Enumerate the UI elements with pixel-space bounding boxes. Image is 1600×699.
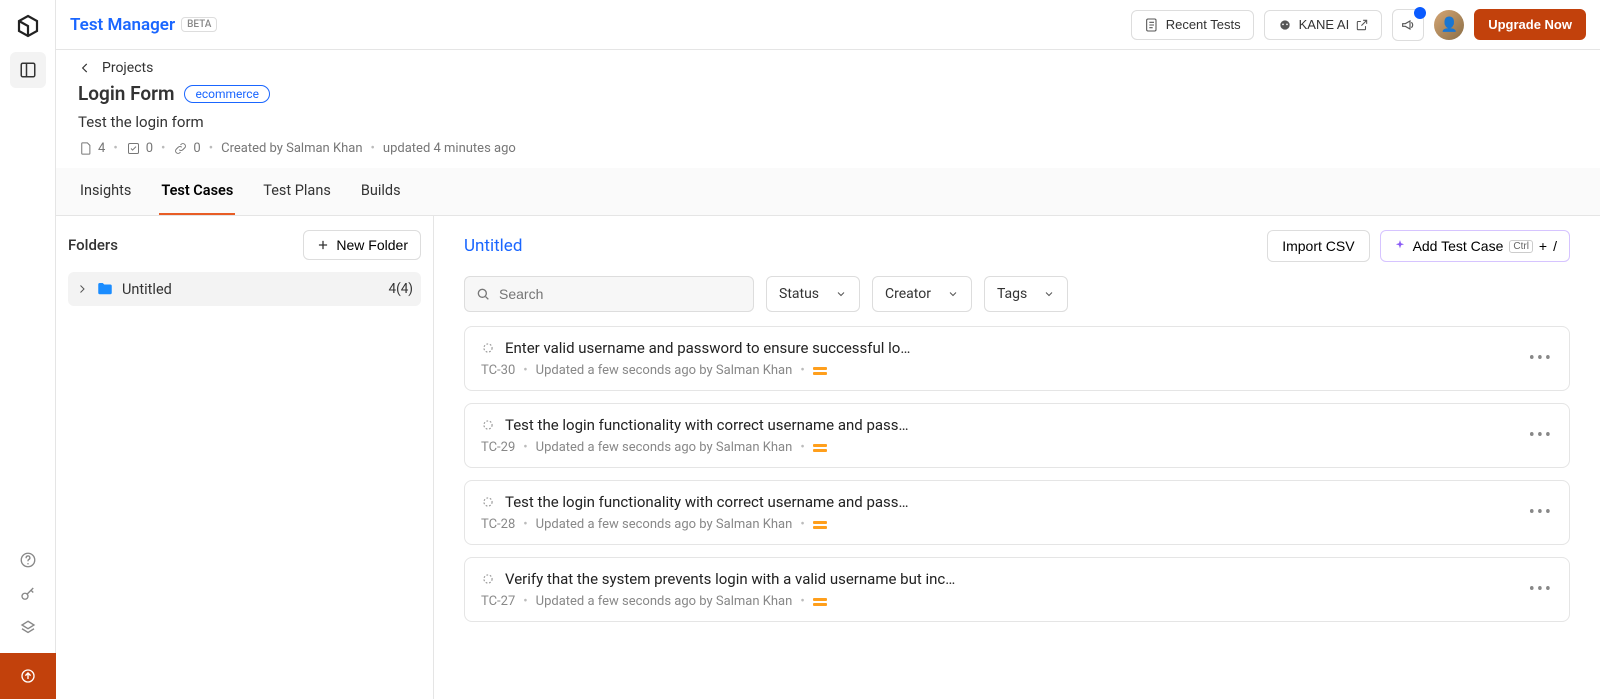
test-case-card[interactable]: Test the login functionality with correc… [464,480,1570,545]
status-draft-icon [481,495,495,509]
brand[interactable]: Test Manager BETA [70,15,217,35]
stack-icon[interactable] [19,619,37,637]
chevron-right-icon [76,283,88,295]
priority-medium-icon [813,366,827,376]
folder-icon [96,280,114,298]
folder-name: Untitled [122,281,172,298]
test-case-id: TC-28 [481,517,515,532]
plus-icon [316,238,330,252]
external-link-icon [1355,18,1369,32]
sparkle-icon [1393,239,1407,253]
filter-tags[interactable]: Tags [984,276,1068,312]
announcements-button[interactable] [1392,9,1424,41]
checklist-icon [126,141,141,156]
status-draft-icon [481,418,495,432]
breadcrumb: Projects [56,50,1600,76]
cases-pane: Untitled Import CSV Add Test Case Ctrl +… [434,216,1600,699]
recent-tests-button[interactable]: Recent Tests [1131,10,1254,40]
test-case-updated: Updated a few seconds ago by Salman Khan [536,594,793,609]
test-case-updated: Updated a few seconds ago by Salman Khan [536,440,793,455]
meta-updated: updated 4 minutes ago [383,141,516,156]
kbd-ctrl: Ctrl [1509,240,1533,253]
kane-ai-icon [1277,17,1293,33]
avatar[interactable]: 👤 [1434,10,1464,40]
project-description: Test the login form [78,113,1578,131]
test-case-title: Test the login functionality with correc… [505,493,909,511]
more-actions-button[interactable]: ••• [1529,579,1553,600]
help-icon[interactable] [19,551,37,569]
tab-test-plans[interactable]: Test Plans [261,168,333,215]
more-actions-button[interactable]: ••• [1529,502,1553,523]
test-case-card[interactable]: Test the login functionality with correc… [464,403,1570,468]
test-case-title: Enter valid username and password to ens… [505,339,910,357]
brand-name: Test Manager [70,15,175,35]
search-input[interactable] [499,286,743,302]
folders-heading: Folders [68,236,118,254]
more-actions-button[interactable]: ••• [1529,348,1553,369]
beta-badge: BETA [181,17,217,32]
sidebar-module-button[interactable] [10,52,46,88]
more-actions-button[interactable]: ••• [1529,425,1553,446]
tab-test-cases[interactable]: Test Cases [159,168,235,215]
folders-pane: Folders New Folder Untitled 4(4) [56,216,434,699]
meta-testcases: 4 [78,141,105,156]
status-draft-icon [481,572,495,586]
priority-medium-icon [813,597,827,607]
test-case-card[interactable]: Verify that the system prevents login wi… [464,557,1570,622]
folder-count: 4(4) [389,281,414,297]
add-test-case-button[interactable]: Add Test Case Ctrl + / [1380,230,1570,262]
test-case-id: TC-27 [481,594,515,609]
filter-status[interactable]: Status [766,276,860,312]
status-draft-icon [481,341,495,355]
priority-medium-icon [813,520,827,530]
tab-builds[interactable]: Builds [359,168,403,215]
topbar: Test Manager BETA Recent Tests KANE AI 👤 [56,0,1600,50]
testcase-icon [78,141,93,156]
app-logo-icon[interactable] [16,14,40,38]
test-case-card[interactable]: Enter valid username and password to ens… [464,326,1570,391]
search-box[interactable] [464,276,754,312]
meta-linked: 0 [173,141,200,156]
link-icon [173,141,188,156]
key-icon[interactable] [19,585,37,603]
back-chevron-icon[interactable] [78,61,92,75]
test-case-title: Test the login functionality with correc… [505,416,909,434]
test-case-title: Verify that the system prevents login wi… [505,570,955,588]
folder-item[interactable]: Untitled 4(4) [68,272,421,306]
notification-dot [1414,7,1426,19]
test-case-id: TC-29 [481,440,515,455]
crumb-projects[interactable]: Projects [102,60,153,76]
new-folder-button[interactable]: New Folder [303,230,421,260]
chevron-down-icon [1043,288,1055,300]
kane-ai-button[interactable]: KANE AI [1264,10,1383,40]
project-header: Login Form ecommerce Test the login form… [56,76,1600,168]
priority-medium-icon [813,443,827,453]
test-case-updated: Updated a few seconds ago by Salman Khan [536,517,793,532]
cases-folder-title: Untitled [464,236,522,256]
meta-created-by: Created by Salman Khan [221,141,362,156]
project-title: Login Form [78,82,174,105]
tab-insights[interactable]: Insights [78,168,133,215]
chevron-down-icon [947,288,959,300]
search-icon [475,286,491,302]
upgrade-button[interactable]: Upgrade Now [1474,9,1586,40]
rail-upgrade-button[interactable] [0,653,56,699]
import-csv-button[interactable]: Import CSV [1267,230,1369,262]
chevron-down-icon [835,288,847,300]
clock-list-icon [1144,17,1160,33]
test-case-updated: Updated a few seconds ago by Salman Khan [536,363,793,378]
filter-creator[interactable]: Creator [872,276,972,312]
meta-checked: 0 [126,141,153,156]
tabs: Insights Test Cases Test Plans Builds [56,168,1600,216]
project-tag[interactable]: ecommerce [184,85,270,103]
test-case-id: TC-30 [481,363,515,378]
side-rail [0,0,56,699]
